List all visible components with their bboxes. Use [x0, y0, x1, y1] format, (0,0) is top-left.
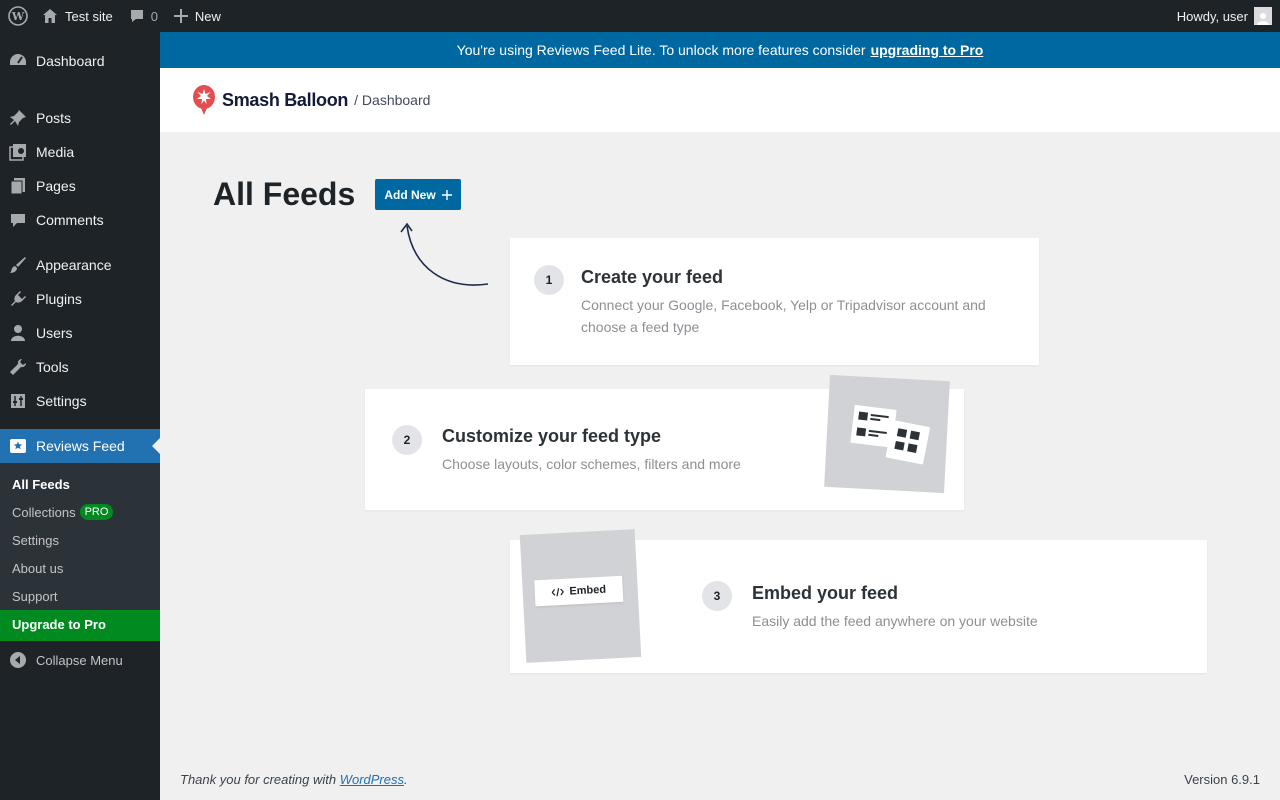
- curved-arrow-icon: [400, 222, 489, 286]
- wrench-icon: [8, 357, 28, 377]
- submenu-label: Support: [12, 588, 58, 604]
- admin-bar: W Test site 0 New Howdy, user: [0, 0, 1280, 32]
- sidebar-item-label: Plugins: [36, 291, 82, 307]
- step-number: 3: [702, 581, 732, 611]
- collapse-arrow-icon: [10, 652, 26, 668]
- sidebar-item-comments[interactable]: Comments: [0, 203, 160, 237]
- footer-thanks: Thank you for creating with WordPress.: [180, 772, 408, 787]
- submenu-collections[interactable]: Collections PRO: [0, 498, 160, 526]
- sidebar-item-label: Appearance: [36, 257, 112, 273]
- step-title: Embed your feed: [752, 583, 899, 603]
- footer-period: .: [404, 772, 408, 787]
- step-number: 2: [392, 425, 422, 455]
- add-new-label: Add New: [384, 187, 436, 202]
- site-name-label: Test site: [65, 8, 113, 24]
- step-card-create: 1 Create your feed Connect your Google, …: [510, 238, 1039, 365]
- svg-text:W: W: [11, 10, 25, 23]
- step-title: Customize your feed type: [442, 426, 662, 446]
- footer-version: Version 6.9.1: [1184, 772, 1260, 787]
- sidebar-item-label: Comments: [36, 212, 104, 228]
- embed-chip: Embed: [534, 575, 624, 607]
- admin-sidebar: Dashboard Posts Media Pages Comments App…: [0, 32, 160, 800]
- upgrade-link[interactable]: upgrading to Pro: [871, 42, 984, 58]
- sidebar-item-reviews-feed[interactable]: Reviews Feed: [0, 429, 160, 463]
- comments-link[interactable]: 0: [121, 0, 166, 32]
- my-account-link[interactable]: Howdy, user: [1177, 7, 1280, 25]
- step-description: Easily add the feed anywhere on your web…: [752, 613, 1038, 629]
- submenu-label: All Feeds: [12, 476, 70, 492]
- plugin-icon: [8, 289, 28, 309]
- plus-icon: [173, 9, 188, 23]
- sidebar-item-media[interactable]: Media: [0, 135, 160, 169]
- step-description: Connect your Google, Facebook, Yelp or T…: [581, 297, 986, 335]
- collapse-menu-button[interactable]: Collapse Menu: [0, 643, 160, 677]
- sidebar-item-label: Media: [36, 144, 75, 160]
- code-icon: [551, 587, 564, 598]
- settings-icon: [8, 391, 28, 411]
- step-number: 1: [534, 265, 564, 295]
- sidebar-item-tools[interactable]: Tools: [0, 350, 160, 384]
- submenu-upgrade-to-pro[interactable]: Upgrade to Pro: [0, 610, 160, 641]
- sidebar-item-label: Settings: [36, 393, 87, 409]
- sidebar-item-users[interactable]: Users: [0, 316, 160, 350]
- embed-chip-label: Embed: [569, 583, 607, 598]
- site-name-link[interactable]: Test site: [34, 0, 121, 32]
- sidebar-item-appearance[interactable]: Appearance: [0, 248, 160, 282]
- footer-thanks-text: Thank you for creating with: [180, 772, 337, 787]
- sidebar-item-pages[interactable]: Pages: [0, 169, 160, 203]
- greeting-text: Howdy, user: [1176, 8, 1248, 24]
- smash-balloon-logo-icon: [192, 84, 216, 116]
- submenu-settings[interactable]: Settings: [0, 526, 160, 554]
- brand-header: Smash Balloon / Dashboard: [160, 68, 1280, 132]
- sidebar-item-dashboard[interactable]: Dashboard: [0, 32, 160, 90]
- comments-count: 0: [150, 8, 158, 24]
- home-icon: [42, 8, 58, 24]
- breadcrumb: / Dashboard: [354, 92, 431, 108]
- page-title: All Feeds: [213, 176, 356, 212]
- avatar: [1254, 7, 1272, 25]
- embed-illustration: Embed: [519, 529, 642, 663]
- submenu-about-us[interactable]: About us: [0, 554, 160, 582]
- submenu-label: Collections: [12, 504, 76, 520]
- reviews-feed-submenu: All Feeds Collections PRO Settings About…: [0, 463, 160, 641]
- submenu-support[interactable]: Support: [0, 582, 160, 610]
- step-title: Create your feed: [581, 267, 724, 287]
- sidebar-item-label: Pages: [36, 178, 76, 194]
- comment-icon: [129, 8, 145, 24]
- pages-icon: [8, 176, 28, 196]
- new-label: New: [194, 8, 221, 24]
- lite-upgrade-notice: You're using Reviews Feed Lite. To unloc…: [160, 32, 1280, 68]
- layout-illustration: [824, 374, 950, 494]
- dashboard-icon: [8, 51, 28, 71]
- collapse-label: Collapse Menu: [36, 652, 123, 668]
- sidebar-item-label: Posts: [36, 110, 72, 126]
- reviews-icon: [8, 436, 28, 456]
- sidebar-item-label: Tools: [36, 359, 69, 375]
- submenu-label: Upgrade to Pro: [12, 616, 106, 632]
- submenu-label: Settings: [12, 532, 59, 548]
- submenu-label: About us: [12, 560, 64, 576]
- brand-name: Smash Balloon: [222, 89, 349, 110]
- new-content-link[interactable]: New: [166, 0, 229, 32]
- comment-icon: [8, 210, 28, 230]
- sidebar-item-plugins[interactable]: Plugins: [0, 282, 160, 316]
- wordpress-link[interactable]: WordPress: [340, 772, 404, 787]
- sidebar-item-label: Users: [36, 325, 73, 341]
- step-description: Choose layouts, color schemes, filters a…: [442, 456, 741, 472]
- sidebar-item-label: Dashboard: [36, 53, 105, 69]
- pushpin-icon: [8, 108, 28, 128]
- user-icon: [8, 323, 28, 343]
- wordpress-logo-icon[interactable]: W: [2, 0, 34, 32]
- submenu-all-feeds[interactable]: All Feeds: [0, 470, 160, 498]
- media-icon: [8, 142, 28, 162]
- pro-badge: PRO: [79, 504, 114, 520]
- plus-icon: [441, 189, 452, 200]
- sidebar-item-label: Reviews Feed: [36, 438, 125, 454]
- sidebar-item-settings[interactable]: Settings: [0, 384, 160, 418]
- sidebar-item-posts[interactable]: Posts: [0, 101, 160, 135]
- paintbrush-icon: [8, 255, 28, 275]
- add-new-button[interactable]: Add New: [375, 179, 461, 210]
- notice-text: You're using Reviews Feed Lite. To unloc…: [456, 42, 866, 58]
